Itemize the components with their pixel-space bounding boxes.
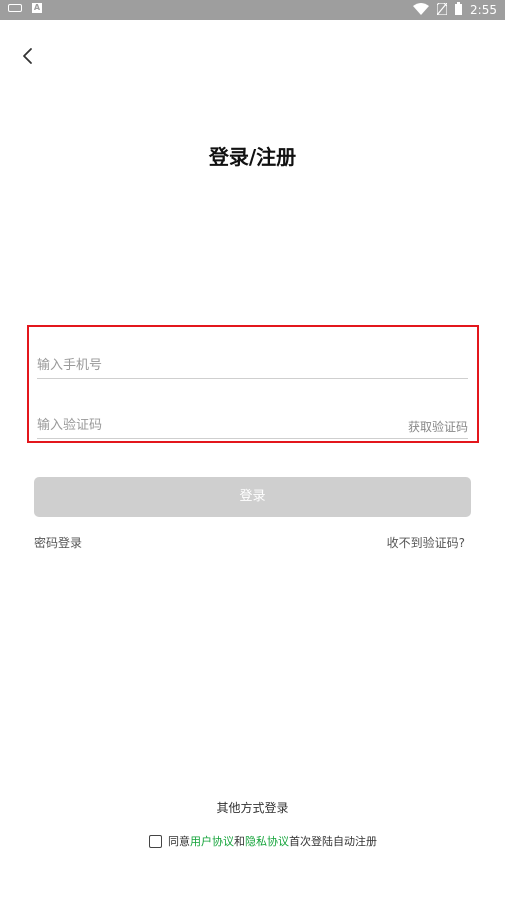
code-input[interactable] bbox=[37, 412, 377, 438]
code-field: 获取验证码 bbox=[37, 412, 468, 439]
status-right: 2:55 bbox=[413, 1, 497, 18]
back-button[interactable] bbox=[16, 44, 40, 68]
page-title: 登录/注册 bbox=[208, 145, 297, 169]
battery-icon bbox=[455, 2, 463, 18]
phone-input[interactable] bbox=[37, 352, 468, 378]
privacy-agreement-link[interactable]: 隐私协议 bbox=[245, 833, 289, 849]
other-login-methods[interactable]: 其他方式登录 bbox=[0, 799, 505, 816]
keyboard-icon bbox=[8, 4, 22, 12]
no-sim-icon bbox=[436, 1, 448, 18]
get-code-button[interactable]: 获取验证码 bbox=[408, 418, 468, 435]
wifi-icon bbox=[413, 2, 430, 18]
password-login-link[interactable]: 密码登录 bbox=[34, 534, 82, 551]
ime-icon: A bbox=[32, 3, 42, 13]
user-agreement-link[interactable]: 用户协议 bbox=[190, 833, 234, 849]
agree-prefix: 同意 bbox=[168, 835, 190, 848]
status-bar: A 2:55 bbox=[0, 0, 505, 20]
agree-checkbox[interactable] bbox=[149, 834, 162, 848]
chevron-left-icon bbox=[23, 48, 32, 64]
status-time: 2:55 bbox=[470, 3, 497, 17]
no-code-link[interactable]: 收不到验证码? bbox=[387, 534, 465, 551]
agree-and: 和 bbox=[234, 835, 245, 848]
agreement-row: 同意 用户协议 和 隐私协议 首次登陆自动注册 bbox=[149, 833, 377, 849]
status-left: A bbox=[8, 3, 42, 13]
agree-suffix: 首次登陆自动注册 bbox=[289, 835, 377, 848]
login-button[interactable]: 登录 bbox=[34, 477, 471, 517]
phone-field bbox=[37, 352, 468, 379]
